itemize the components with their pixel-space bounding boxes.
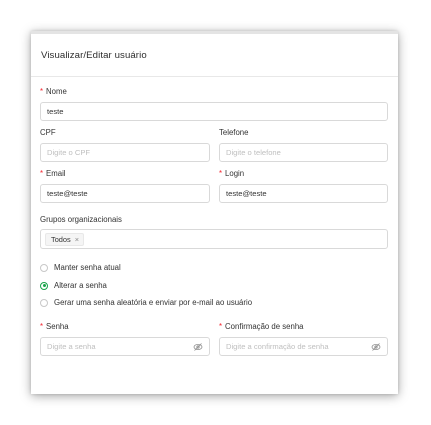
confirmacao-label: * Confirmação de senha (219, 322, 304, 331)
modal-title: Visualizar/Editar usuário (41, 49, 147, 61)
eye-invisible-icon[interactable] (193, 342, 203, 352)
cpf-placeholder: Digite o CPF (47, 148, 91, 157)
confirmacao-label-text: Confirmação de senha (225, 322, 304, 331)
senha-label: * Senha (40, 322, 69, 331)
radio-button[interactable] (40, 263, 48, 272)
telefone-label: Telefone (219, 128, 248, 137)
confirmacao-input[interactable]: Digite a confirmação de senha (219, 337, 388, 356)
confirmacao-placeholder: Digite a confirmação de senha (226, 342, 329, 351)
grupos-multiselect[interactable]: Todos × (40, 229, 388, 249)
radio-label: Alterar a senha (54, 281, 107, 290)
telefone-input[interactable]: Digite o telefone (219, 143, 388, 162)
nome-input[interactable]: teste (40, 102, 388, 121)
telefone-label-text: Telefone (219, 128, 249, 137)
email-label: * Email (40, 169, 66, 178)
required-mark: * (40, 87, 44, 96)
nome-label-text: Nome (46, 87, 67, 96)
radio-alterar-senha[interactable]: Alterar a senha (40, 281, 107, 290)
eye-invisible-icon[interactable] (371, 342, 381, 352)
email-label-text: Email (46, 169, 66, 178)
cpf-input[interactable]: Digite o CPF (40, 143, 210, 162)
group-tag-label: Todos (51, 234, 71, 244)
login-label-text: Login (225, 169, 245, 178)
nome-value: teste (47, 107, 64, 116)
required-mark: * (40, 169, 44, 178)
close-icon[interactable]: × (75, 235, 79, 244)
email-value: teste@teste (47, 189, 88, 198)
required-mark: * (40, 322, 44, 331)
radio-manter-senha[interactable]: Manter senha atual (40, 263, 121, 272)
radio-label: Manter senha atual (54, 263, 121, 272)
login-value: teste@teste (226, 189, 267, 198)
edit-user-modal: Visualizar/Editar usuário * Nome teste CP… (31, 31, 398, 394)
group-tag: Todos × (45, 232, 85, 246)
cpf-label: CPF (40, 128, 56, 137)
login-input[interactable]: teste@teste (219, 184, 388, 203)
grupos-label-text: Grupos organizacionais (40, 215, 122, 224)
radio-button[interactable] (40, 298, 48, 307)
email-input[interactable]: teste@teste (40, 184, 210, 203)
cpf-label-text: CPF (40, 128, 56, 137)
senha-input[interactable]: Digite a senha (40, 337, 210, 356)
grupos-label: Grupos organizacionais (40, 215, 122, 224)
radio-button-checked[interactable] (40, 281, 48, 290)
required-mark: * (219, 169, 223, 178)
modal-header: Visualizar/Editar usuário (31, 34, 398, 77)
telefone-placeholder: Digite o telefone (226, 148, 281, 157)
senha-label-text: Senha (46, 322, 69, 331)
required-mark: * (219, 322, 223, 331)
radio-label: Gerar uma senha aleatória e enviar por e… (54, 298, 253, 307)
nome-label: * Nome (40, 87, 67, 96)
senha-placeholder: Digite a senha (47, 342, 96, 351)
login-label: * Login (219, 169, 244, 178)
radio-gerar-senha[interactable]: Gerar uma senha aleatória e enviar por e… (40, 298, 252, 307)
